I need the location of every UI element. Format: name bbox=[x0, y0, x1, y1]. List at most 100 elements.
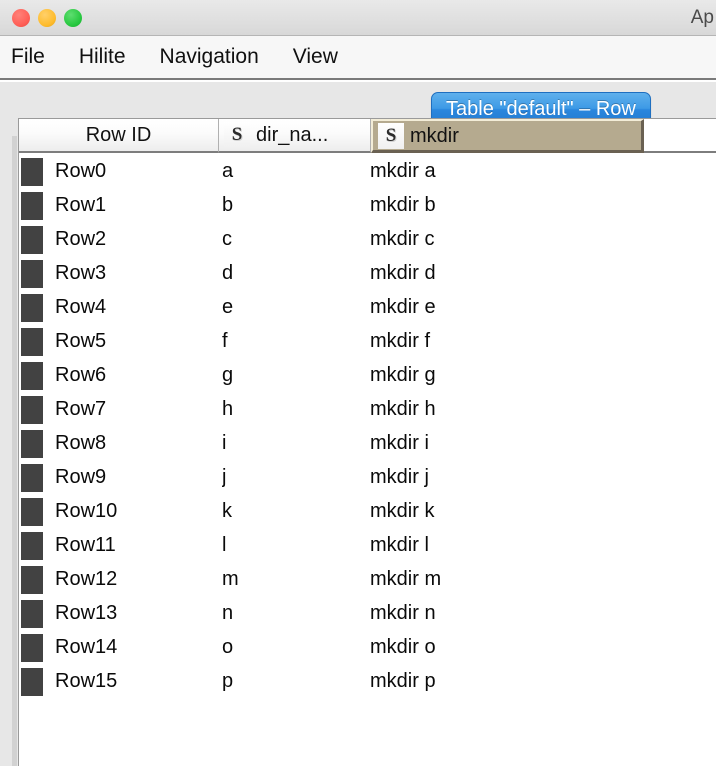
row-color-swatch bbox=[21, 430, 43, 458]
cell-dirname[interactable]: c bbox=[222, 223, 371, 257]
minimize-window-button[interactable] bbox=[38, 9, 56, 27]
column-header-dirname[interactable]: S dir_na... bbox=[219, 119, 371, 153]
content-panel: Table "default" – Row Row ID S dir_na...… bbox=[0, 82, 716, 766]
cell-mkdir[interactable]: mkdir l bbox=[370, 529, 670, 563]
cell-rowid[interactable]: Row6 bbox=[55, 359, 219, 393]
cell-mkdir[interactable]: mkdir f bbox=[370, 325, 670, 359]
table-row[interactable]: Row8 i mkdir i bbox=[19, 427, 716, 461]
table-header-row: Row ID S dir_na... S mkdir bbox=[19, 119, 716, 155]
row-color-swatch bbox=[21, 532, 43, 560]
cell-dirname[interactable]: e bbox=[222, 291, 371, 325]
table-row[interactable]: Row5 f mkdir f bbox=[19, 325, 716, 359]
menu-bar: File Hilite Navigation View bbox=[0, 36, 716, 80]
column-header-mkdir[interactable]: S mkdir bbox=[371, 119, 644, 153]
cell-rowid[interactable]: Row4 bbox=[55, 291, 219, 325]
application-window: Ap File Hilite Navigation View Table "de… bbox=[0, 0, 716, 766]
title-bar: Ap bbox=[0, 0, 716, 36]
cell-rowid[interactable]: Row7 bbox=[55, 393, 219, 427]
cell-rowid[interactable]: Row5 bbox=[55, 325, 219, 359]
cell-mkdir[interactable]: mkdir k bbox=[370, 495, 670, 529]
column-header-rowid-label: Row ID bbox=[85, 124, 152, 146]
row-color-swatch bbox=[21, 464, 43, 492]
table-row[interactable]: Row3 d mkdir d bbox=[19, 257, 716, 291]
cell-rowid[interactable]: Row8 bbox=[55, 427, 219, 461]
left-gutter bbox=[0, 82, 18, 766]
cell-rowid[interactable]: Row11 bbox=[55, 529, 219, 563]
cell-rowid[interactable]: Row14 bbox=[55, 631, 219, 665]
table-row[interactable]: Row10 k mkdir k bbox=[19, 495, 716, 529]
table-row[interactable]: Row0 a mkdir a bbox=[19, 155, 716, 189]
cell-mkdir[interactable]: mkdir d bbox=[370, 257, 670, 291]
cell-dirname[interactable]: f bbox=[222, 325, 371, 359]
menu-item-view[interactable]: View bbox=[276, 36, 355, 78]
menu-item-navigation[interactable]: Navigation bbox=[143, 36, 276, 78]
cell-mkdir[interactable]: mkdir p bbox=[370, 665, 670, 699]
cell-mkdir[interactable]: mkdir h bbox=[370, 393, 670, 427]
cell-dirname[interactable]: o bbox=[222, 631, 371, 665]
table-row[interactable]: Row7 h mkdir h bbox=[19, 393, 716, 427]
row-color-swatch bbox=[21, 634, 43, 662]
cell-rowid[interactable]: Row15 bbox=[55, 665, 219, 699]
table-row[interactable]: Row1 b mkdir b bbox=[19, 189, 716, 223]
cell-dirname[interactable]: h bbox=[222, 393, 371, 427]
cell-rowid[interactable]: Row10 bbox=[55, 495, 219, 529]
cell-dirname[interactable]: g bbox=[222, 359, 371, 393]
column-header-mkdir-label: mkdir bbox=[410, 124, 459, 147]
string-type-icon: S bbox=[378, 122, 404, 149]
cell-rowid[interactable]: Row2 bbox=[55, 223, 219, 257]
table-row[interactable]: Row11 l mkdir l bbox=[19, 529, 716, 563]
cell-rowid[interactable]: Row12 bbox=[55, 563, 219, 597]
table-row[interactable]: Row14 o mkdir o bbox=[19, 631, 716, 665]
row-color-swatch bbox=[21, 566, 43, 594]
cell-rowid[interactable]: Row1 bbox=[55, 189, 219, 223]
row-color-swatch bbox=[21, 226, 43, 254]
row-color-swatch bbox=[21, 600, 43, 628]
cell-mkdir[interactable]: mkdir n bbox=[370, 597, 670, 631]
maximize-window-button[interactable] bbox=[64, 9, 82, 27]
table-row[interactable]: Row13 n mkdir n bbox=[19, 597, 716, 631]
column-header-dirname-label: dir_na... bbox=[256, 124, 329, 146]
cell-dirname[interactable]: d bbox=[222, 257, 371, 291]
cell-dirname[interactable]: j bbox=[222, 461, 371, 495]
cell-dirname[interactable]: p bbox=[222, 665, 371, 699]
cell-dirname[interactable]: i bbox=[222, 427, 371, 461]
menu-item-file[interactable]: File bbox=[0, 36, 62, 78]
row-color-swatch bbox=[21, 294, 43, 322]
cell-mkdir[interactable]: mkdir e bbox=[370, 291, 670, 325]
cell-mkdir[interactable]: mkdir g bbox=[370, 359, 670, 393]
cell-dirname[interactable]: k bbox=[222, 495, 371, 529]
column-header-rowid[interactable]: Row ID bbox=[19, 119, 219, 153]
cell-rowid[interactable]: Row9 bbox=[55, 461, 219, 495]
cell-mkdir[interactable]: mkdir b bbox=[370, 189, 670, 223]
cell-dirname[interactable]: n bbox=[222, 597, 371, 631]
row-color-swatch bbox=[21, 668, 43, 696]
data-table: Row ID S dir_na... S mkdir Row0 a mkdir aR… bbox=[18, 118, 716, 766]
vertical-scrollbar-track[interactable] bbox=[12, 136, 17, 766]
table-row[interactable]: Row4 e mkdir e bbox=[19, 291, 716, 325]
table-row[interactable]: Row12 m mkdir m bbox=[19, 563, 716, 597]
cell-mkdir[interactable]: mkdir j bbox=[370, 461, 670, 495]
row-color-swatch bbox=[21, 328, 43, 356]
cell-mkdir[interactable]: mkdir o bbox=[370, 631, 670, 665]
cell-rowid[interactable]: Row3 bbox=[55, 257, 219, 291]
menu-item-hilite[interactable]: Hilite bbox=[62, 36, 143, 78]
cell-dirname[interactable]: a bbox=[222, 155, 371, 189]
close-window-button[interactable] bbox=[12, 9, 30, 27]
cell-mkdir[interactable]: mkdir c bbox=[370, 223, 670, 257]
cell-dirname[interactable]: l bbox=[222, 529, 371, 563]
table-body: Row0 a mkdir a Row1 b mkdir b Row2 c mkdir c Row3… bbox=[19, 155, 716, 766]
cell-mkdir[interactable]: mkdir a bbox=[370, 155, 670, 189]
cell-mkdir[interactable]: mkdir m bbox=[370, 563, 670, 597]
table-row[interactable]: Row2 c mkdir c bbox=[19, 223, 716, 257]
cell-rowid[interactable]: Row0 bbox=[55, 155, 219, 189]
table-row[interactable]: Row15 p mkdir p bbox=[19, 665, 716, 699]
table-row[interactable]: Row9 j mkdir j bbox=[19, 461, 716, 495]
cell-dirname[interactable]: b bbox=[222, 189, 371, 223]
cell-rowid[interactable]: Row13 bbox=[55, 597, 219, 631]
window-controls bbox=[12, 9, 82, 27]
column-header-filler bbox=[644, 119, 716, 153]
cell-dirname[interactable]: m bbox=[222, 563, 371, 597]
table-row[interactable]: Row6 g mkdir g bbox=[19, 359, 716, 393]
row-color-swatch bbox=[21, 158, 43, 186]
cell-mkdir[interactable]: mkdir i bbox=[370, 427, 670, 461]
